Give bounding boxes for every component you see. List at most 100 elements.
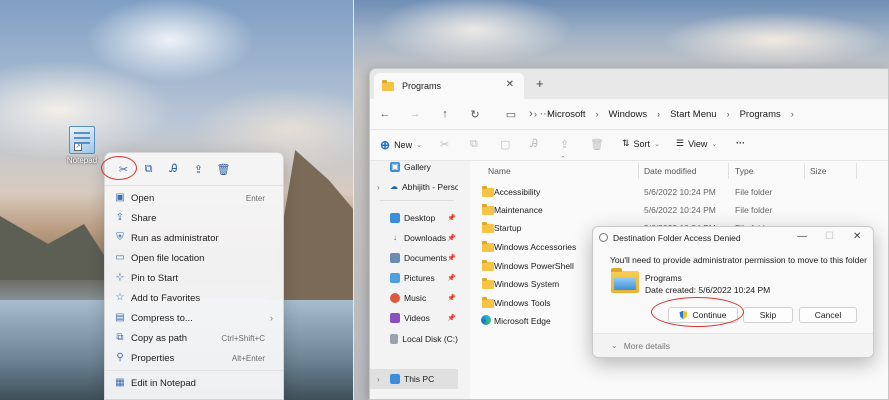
menu-item-compress[interactable]: ▤ Compress to... ›	[105, 308, 283, 328]
chevron-right-icon[interactable]: ›	[377, 183, 380, 192]
back-icon[interactable]: ←	[370, 108, 400, 120]
column-header-type[interactable]: Type	[735, 161, 753, 181]
close-icon[interactable]: ✕	[853, 231, 861, 242]
notepad-icon: ▦	[115, 377, 125, 388]
videos-icon	[390, 313, 400, 323]
nav-item-documents[interactable]: Documents 📌	[370, 248, 458, 268]
column-header-size[interactable]: Size	[810, 161, 827, 181]
pin-icon[interactable]: 📌	[447, 254, 456, 262]
menu-item-properties[interactable]: ⚲ Properties Alt+Enter	[105, 348, 283, 368]
edge-icon	[481, 315, 491, 325]
pin-icon[interactable]: 📌	[447, 214, 456, 222]
chevron-right-icon[interactable]: ›	[377, 375, 380, 384]
up-icon[interactable]: ↑	[430, 108, 460, 120]
folder-name: Programs	[645, 273, 682, 283]
access-denied-dialog: Destination Folder Access Denied — ☐ ✕ Y…	[592, 226, 874, 358]
pin-icon[interactable]: 📌	[447, 274, 456, 282]
breadcrumb-start-menu[interactable]: Start Menu	[666, 109, 720, 120]
new-tab-button[interactable]: +	[536, 76, 544, 91]
nav-item-desktop[interactable]: Desktop 📌	[370, 208, 458, 228]
minimize-icon[interactable]: —	[797, 231, 807, 242]
dialog-title-bar: Destination Folder Access Denied — ☐ ✕	[593, 227, 873, 249]
view-button[interactable]: ☰ View ⌄	[676, 138, 717, 149]
forward-icon[interactable]: →	[400, 108, 430, 120]
folder-icon	[382, 79, 394, 91]
column-header-name[interactable]: Name	[488, 161, 511, 181]
menu-item-copy-as-path[interactable]: ⧉ Copy as path Ctrl+Shift+C	[105, 328, 283, 348]
folder-icon	[482, 278, 494, 289]
nav-item-pictures[interactable]: Pictures 📌	[370, 268, 458, 288]
breadcrumb-microsoft[interactable]: Microsoft	[543, 109, 590, 120]
nav-item-this-pc[interactable]: › This PC	[370, 369, 458, 389]
column-header-date[interactable]: Date modified	[644, 161, 696, 181]
delete-icon[interactable]: 🗑	[590, 138, 604, 151]
wrench-icon: ⚲	[116, 352, 124, 363]
more-details-toggle[interactable]: ⌄ More details	[593, 333, 873, 357]
pin-icon[interactable]: 📌	[447, 234, 456, 242]
pin-icon[interactable]: 📌	[447, 294, 456, 302]
chevron-right-icon: ›	[270, 313, 273, 323]
sort-ascending-icon: ⌃	[560, 156, 566, 163]
sort-button[interactable]: ⇅ Sort ⌄	[622, 138, 660, 149]
notepad-icon: ↗	[69, 126, 95, 154]
chevron-down-icon: ⌄	[654, 140, 660, 148]
drive-icon	[390, 334, 399, 344]
menu-separator	[105, 185, 283, 186]
pin-icon[interactable]: 📌	[447, 314, 456, 322]
nav-item-downloads[interactable]: ↓ Downloads 📌	[370, 228, 458, 248]
explorer-icon	[599, 233, 608, 242]
rename-icon[interactable]: Ꭿ	[530, 138, 538, 151]
shield-icon: ⛨	[116, 232, 124, 243]
cut-icon[interactable]: ✂	[440, 138, 449, 151]
list-item[interactable]: Accessibility 5/6/2022 10:24 PM File fol…	[470, 183, 888, 201]
gallery-icon: ▣	[390, 162, 400, 172]
skip-button[interactable]: Skip	[743, 307, 793, 323]
folder-icon	[482, 222, 494, 233]
more-options-button[interactable]: ···	[736, 138, 745, 148]
folder-icon	[482, 297, 494, 308]
music-icon	[390, 293, 400, 303]
menu-item-add-to-favorites[interactable]: ☆ Add to Favorites	[105, 288, 283, 308]
pin-icon: ⊹	[115, 272, 125, 283]
refresh-icon[interactable]: ↻	[460, 108, 490, 121]
breadcrumb-windows[interactable]: Windows	[605, 109, 652, 120]
copy-icon[interactable]: ⧉	[136, 159, 161, 179]
menu-item-run-as-admin[interactable]: ⛨ Run as administrator	[105, 228, 283, 248]
maximize-icon[interactable]: ☐	[825, 231, 834, 242]
folder-icon: ▭	[115, 252, 125, 263]
menu-item-edit-in-notepad[interactable]: ▦ Edit in Notepad	[105, 373, 283, 393]
nav-item-music[interactable]: Music 📌	[370, 288, 458, 308]
close-tab-icon[interactable]: ✕	[506, 79, 514, 90]
nav-item-local-disk[interactable]: Local Disk (C:)	[370, 329, 458, 349]
star-icon: ☆	[115, 292, 125, 303]
list-item[interactable]: Maintenance 5/6/2022 10:24 PM File folde…	[470, 201, 888, 219]
plus-icon: ⊕	[380, 138, 391, 152]
menu-item-pin-to-start[interactable]: ⊹ Pin to Start	[105, 268, 283, 288]
tab-programs[interactable]: Programs ✕	[374, 73, 524, 99]
breadcrumb-programs[interactable]: Programs	[736, 109, 785, 120]
context-menu: ✂ ⧉ Ꭿ ⇪ 🗑 ▣ Open Enter ⇪ Share ⛨ Run as …	[104, 152, 284, 400]
delete-icon[interactable]: 🗑	[211, 159, 236, 179]
new-button[interactable]: ⊕ New ⌄	[380, 138, 422, 152]
rename-icon[interactable]: Ꭿ	[161, 159, 186, 179]
pc-icon	[390, 374, 400, 384]
nav-item-videos[interactable]: Videos 📌	[370, 308, 458, 328]
screenshot-divider	[353, 0, 354, 400]
pc-icon[interactable]: ▭	[496, 108, 526, 121]
menu-item-open-file-location[interactable]: ▭ Open file location	[105, 248, 283, 268]
chevron-down-icon: ⌄	[416, 142, 422, 149]
zip-icon: ▤	[115, 312, 125, 323]
nav-item-onedrive[interactable]: › ☁ Abhijith - Persor	[370, 177, 458, 197]
cancel-button[interactable]: Cancel	[799, 307, 857, 323]
menu-item-share[interactable]: ⇪ Share	[105, 208, 283, 228]
desktop-icon-notepad[interactable]: ↗ Notepad	[64, 126, 100, 165]
copy-icon[interactable]: ⧉	[470, 138, 478, 151]
share-icon[interactable]: ⇪	[560, 138, 569, 151]
open-icon: ▣	[115, 192, 125, 203]
paste-icon[interactable]: ▢	[500, 138, 510, 151]
folder-icon	[611, 268, 639, 293]
chevron-down-icon: ⌄	[611, 341, 618, 350]
menu-item-open[interactable]: ▣ Open Enter	[105, 188, 283, 208]
nav-item-gallery[interactable]: ▣ Gallery	[370, 157, 458, 177]
share-icon[interactable]: ⇪	[186, 159, 211, 179]
